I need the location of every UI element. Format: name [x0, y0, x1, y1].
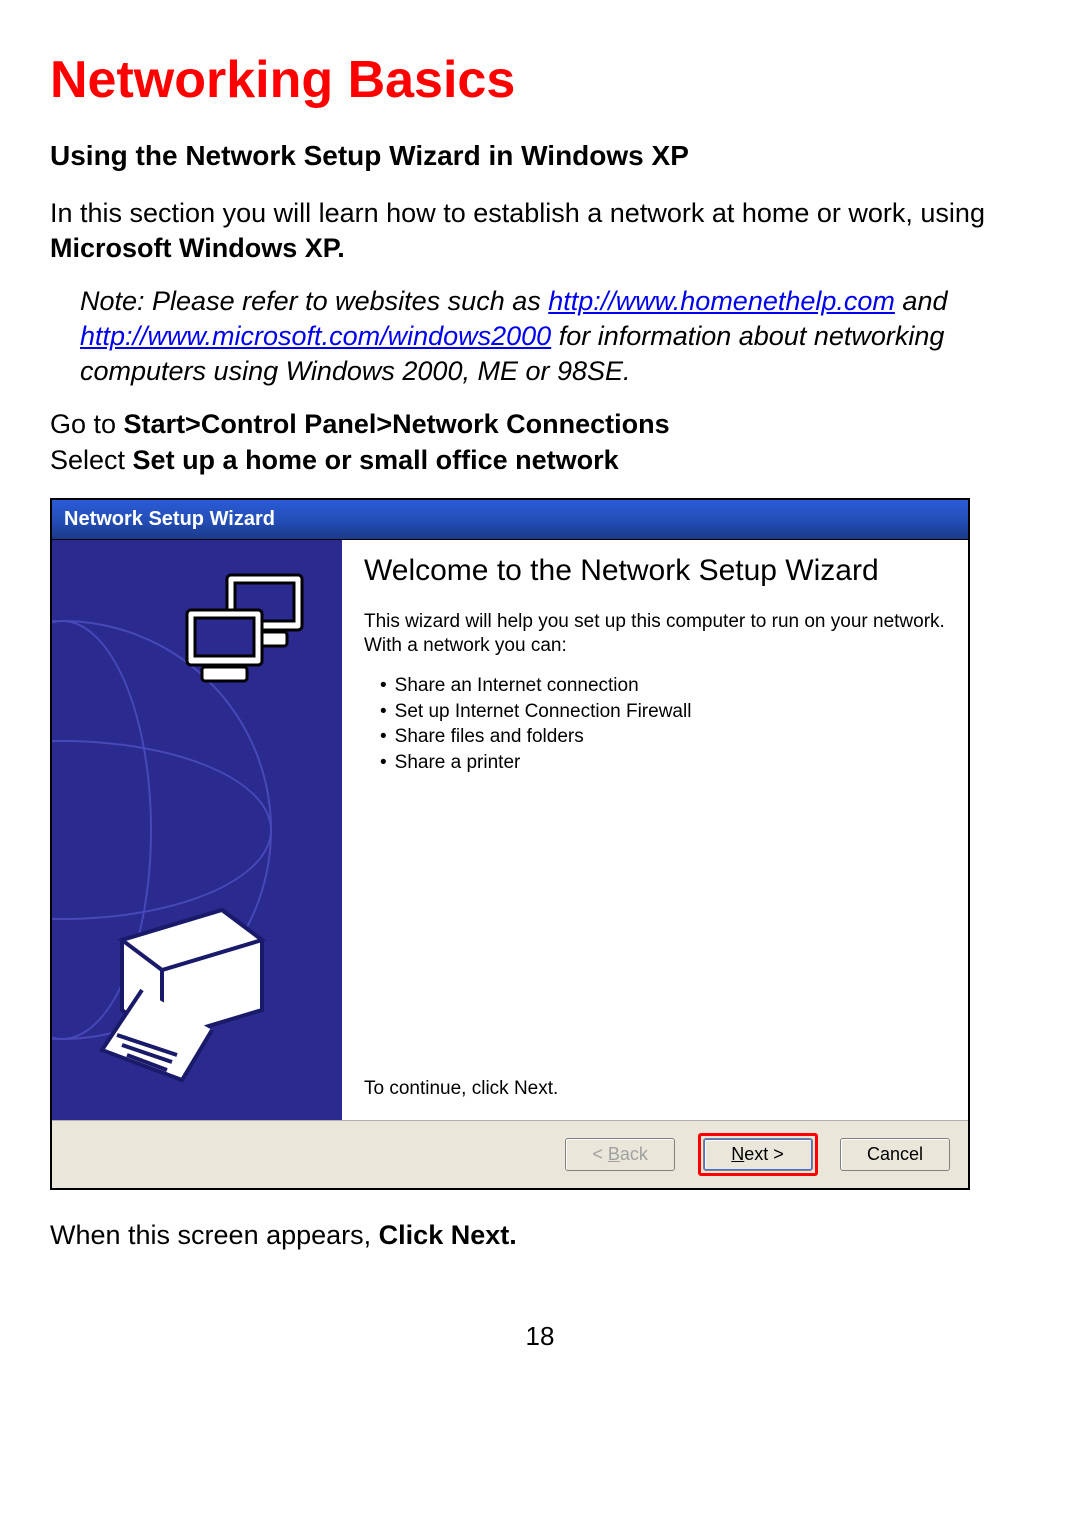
step1-pre: Go to	[50, 409, 124, 439]
list-item: Share a printer	[380, 750, 946, 776]
printer-icon	[92, 900, 292, 1095]
section-subtitle: Using the Network Setup Wizard in Window…	[50, 140, 1030, 172]
list-item: Share files and folders	[380, 724, 946, 750]
note-paragraph: Note: Please refer to websites such as h…	[50, 284, 1030, 389]
wizard-intro-text: This wizard will help you set up this co…	[364, 610, 946, 659]
wizard-bullets: Share an Internet connection Set up Inte…	[364, 673, 946, 776]
after-pre: When this screen appears,	[50, 1220, 379, 1250]
list-item: Set up Internet Connection Firewall	[380, 699, 946, 725]
page-number: 18	[50, 1321, 1030, 1352]
wizard-body: Welcome to the Network Setup Wizard This…	[52, 540, 968, 1120]
next-button-highlight: Next >	[698, 1133, 818, 1176]
intro-bold: Microsoft Windows XP.	[50, 233, 345, 263]
note-pre: Note: Please refer to websites such as	[80, 286, 548, 316]
intro-text: In this section you will learn how to es…	[50, 198, 985, 228]
note-link-2[interactable]: http://www.microsoft.com/windows2000	[80, 321, 551, 351]
wizard-window: Network Setup Wizard	[50, 498, 970, 1190]
after-bold: Click Next.	[379, 1220, 517, 1250]
step-paragraph: Go to Start>Control Panel>Network Connec…	[50, 407, 1030, 477]
wizard-button-bar: < Back Next > Cancel	[52, 1120, 968, 1188]
cancel-button[interactable]: Cancel	[840, 1138, 950, 1171]
wizard-content: Welcome to the Network Setup Wizard This…	[342, 540, 968, 1120]
step2-bold: Set up a home or small office network	[133, 445, 619, 475]
wizard-sidebar-image	[52, 540, 342, 1120]
wizard-continue-text: To continue, click Next.	[364, 1077, 946, 1102]
step2-pre: Select	[50, 445, 133, 475]
wizard-titlebar: Network Setup Wizard	[52, 500, 968, 540]
page-title: Networking Basics	[50, 50, 1030, 110]
list-item: Share an Internet connection	[380, 673, 946, 699]
next-button[interactable]: Next >	[703, 1138, 813, 1171]
intro-paragraph: In this section you will learn how to es…	[50, 196, 1030, 266]
note-link-1[interactable]: http://www.homenethelp.com	[548, 286, 895, 316]
wizard-heading: Welcome to the Network Setup Wizard	[364, 554, 946, 588]
step1-bold: Start>Control Panel>Network Connections	[124, 409, 670, 439]
after-paragraph: When this screen appears, Click Next.	[50, 1220, 1030, 1251]
back-button: < Back	[565, 1138, 675, 1171]
note-mid: and	[895, 286, 948, 316]
computers-icon	[172, 570, 322, 705]
